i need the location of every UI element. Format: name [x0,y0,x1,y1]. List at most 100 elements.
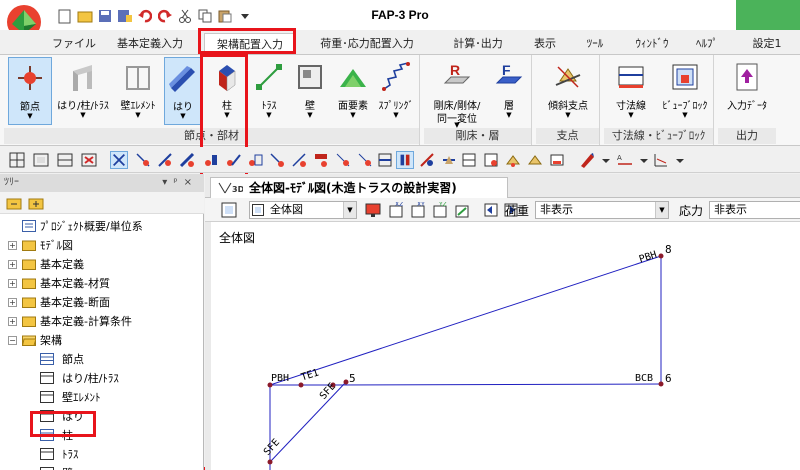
model-canvas[interactable]: 全体図 8 5 6 PBH PBH TE1 SFE BCB SFE [211,222,800,470]
dimension-line-button[interactable]: 寸法線 ▼ [606,57,656,125]
node-marker[interactable] [658,381,664,387]
load-tool-icon[interactable] [312,151,330,169]
layer-button[interactable]: F 層 ▼ [490,57,528,125]
frame-select-icon[interactable] [32,151,50,169]
view-block-button[interactable]: ﾋﾞｭｰﾌﾞﾛｯｸ ▼ [658,57,712,125]
material-tool-icon[interactable] [504,151,522,169]
node-button[interactable]: 節点 ▼ [8,57,52,125]
face-tool-icon[interactable] [268,151,286,169]
tree-expand-icon[interactable]: + [8,317,17,326]
tree-expand-icon[interactable]: + [8,241,17,250]
axis-dropdown-icon[interactable] [676,151,684,169]
member-tool-icon[interactable] [156,151,174,169]
dimension-tool-icon[interactable] [548,151,566,169]
tab-load-stress[interactable]: 荷重･応力配置入力 [308,33,426,54]
document-tab[interactable]: 3D 全体図-ﾓﾃﾞﾙ図(木造トラスの設計実習) [210,177,508,199]
delete-select-icon[interactable] [80,151,98,169]
tree-close-icon[interactable]: × [184,177,198,188]
xz-plane-icon[interactable]: XZ [389,202,405,218]
tab-tools[interactable]: ﾂｰﾙ [578,33,612,54]
column-select-tool-icon[interactable] [396,151,414,169]
wall-button[interactable]: 壁 ▼ [290,57,330,125]
spring-support-tool-icon[interactable] [526,151,544,169]
node-marker[interactable] [658,253,664,259]
layer-tool-icon[interactable] [376,151,394,169]
plan-select-icon[interactable] [56,151,74,169]
expand-folder-icon[interactable] [28,195,44,211]
color-pen-dropdown-icon[interactable] [602,151,610,169]
axis-display-icon[interactable] [652,151,670,169]
tree-item-column[interactable]: 柱 [0,426,204,445]
node-marker[interactable] [267,459,273,465]
tab-frame-placement[interactable]: 架構配置入力 [204,33,296,54]
tree-item-basic-def[interactable]: + 基本定義 [0,255,204,274]
wall-element-button[interactable]: 壁ｴﾚﾒﾝﾄ ▼ [114,57,162,125]
truss-model-drawing[interactable] [211,222,800,470]
tree-item-beam-col-truss[interactable]: はり/柱/ﾄﾗｽ [0,369,204,388]
prev-view-icon[interactable] [483,202,499,218]
table-tool-icon[interactable] [460,151,478,169]
input-data-button[interactable]: 入力ﾃﾞｰﾀ [720,57,774,125]
load-select-dropdown-icon[interactable]: ▼ [655,202,668,218]
section-tool-icon[interactable] [482,151,500,169]
label-dropdown-icon[interactable] [640,151,648,169]
spring-tool-icon[interactable] [290,151,308,169]
tree-item-node[interactable]: 節点 [0,350,204,369]
xy-plane-icon[interactable]: XY [411,202,427,218]
yz-plane-icon[interactable]: YZ [433,202,449,218]
tree-item-project[interactable]: ﾌﾟﾛｼﾞｪｸﾄ概要/単位系 [16,217,204,236]
tab-settings1[interactable]: 設定1 [744,33,790,54]
tree-item-basic-def-calc[interactable]: + 基本定義-計算条件 [0,312,204,331]
slope-tool-icon[interactable] [418,151,436,169]
tree-item-basic-def-material[interactable]: + 基本定義-材質 [0,274,204,293]
node-tool-icon[interactable] [134,151,152,169]
truss-tool-icon[interactable] [224,151,242,169]
bottom-chord-member[interactable] [332,383,662,386]
rigid-floor-button[interactable]: R 剛床/剛体/ 同一変位 ▼ [428,57,486,129]
wall-tool-icon[interactable] [246,151,264,169]
support-tool-icon[interactable] [334,151,352,169]
tree-pin-icon[interactable]: ᵖ [173,177,183,188]
color-pen-icon[interactable] [578,151,596,169]
stress-select[interactable]: 非表示 [709,201,800,219]
grid-select-icon[interactable] [8,151,26,169]
pointer-tool-icon[interactable] [110,151,128,169]
tree-item-frame[interactable]: − 架構 [0,331,204,350]
pin-tool-icon[interactable] [356,151,374,169]
tree-collapse-icon[interactable]: − [8,336,17,345]
tab-basic-definition[interactable]: 基本定義入力 [108,33,192,54]
tree-item-wall-element[interactable]: 壁ｴﾚﾒﾝﾄ [0,388,204,407]
label-display-icon[interactable]: A [616,151,634,169]
tab-file[interactable]: ファイル [52,33,96,54]
inclined-support-button[interactable]: 傾斜支点 ▼ [540,57,596,125]
beam-button[interactable]: はり ▼ [164,57,202,125]
view-select[interactable]: 全体図 ▼ [249,201,357,219]
tab-help[interactable]: ﾍﾙﾌﾟ [690,33,724,54]
node-marker[interactable] [343,379,349,385]
tab-calc-output[interactable]: 計算･出力 [446,33,510,54]
tree-item-truss[interactable]: ﾄﾗｽ [0,445,204,464]
tree-item-beam[interactable]: はり [0,407,204,426]
tab-window[interactable]: ｳｨﾝﾄﾞｳ [628,33,676,54]
monitor-icon[interactable] [365,202,381,218]
column-button[interactable]: 柱 ▼ [208,57,246,125]
collapse-folder-icon[interactable] [6,195,22,211]
tree-item-basic-def-section[interactable]: + 基本定義-断面 [0,293,204,312]
load-select[interactable]: 非表示 ▼ [535,201,669,219]
truss-button[interactable]: ﾄﾗｽ ▼ [252,57,286,125]
tree-expand-icon[interactable]: + [8,260,17,269]
color-code-icon[interactable] [455,202,471,218]
tree-item-model-view[interactable]: + ﾓﾃﾞﾙ図 [0,236,204,255]
hinge-tool-icon[interactable] [440,151,458,169]
diagonal-member[interactable] [269,381,347,463]
tree-expand-icon[interactable]: + [8,298,17,307]
tab-view[interactable]: 表示 [528,33,562,54]
top-chord-member[interactable] [269,255,662,386]
beam-col-truss-button[interactable]: はり/柱/ﾄﾗｽ ▼ [54,57,112,125]
fit-view-icon[interactable] [221,202,237,218]
face-element-button[interactable]: 面要素 ▼ [332,57,374,125]
tree-expand-icon[interactable]: + [8,279,17,288]
view-select-dropdown-icon[interactable]: ▼ [343,202,356,218]
beam-tool-icon[interactable] [178,151,196,169]
column-tool-icon[interactable] [202,151,220,169]
